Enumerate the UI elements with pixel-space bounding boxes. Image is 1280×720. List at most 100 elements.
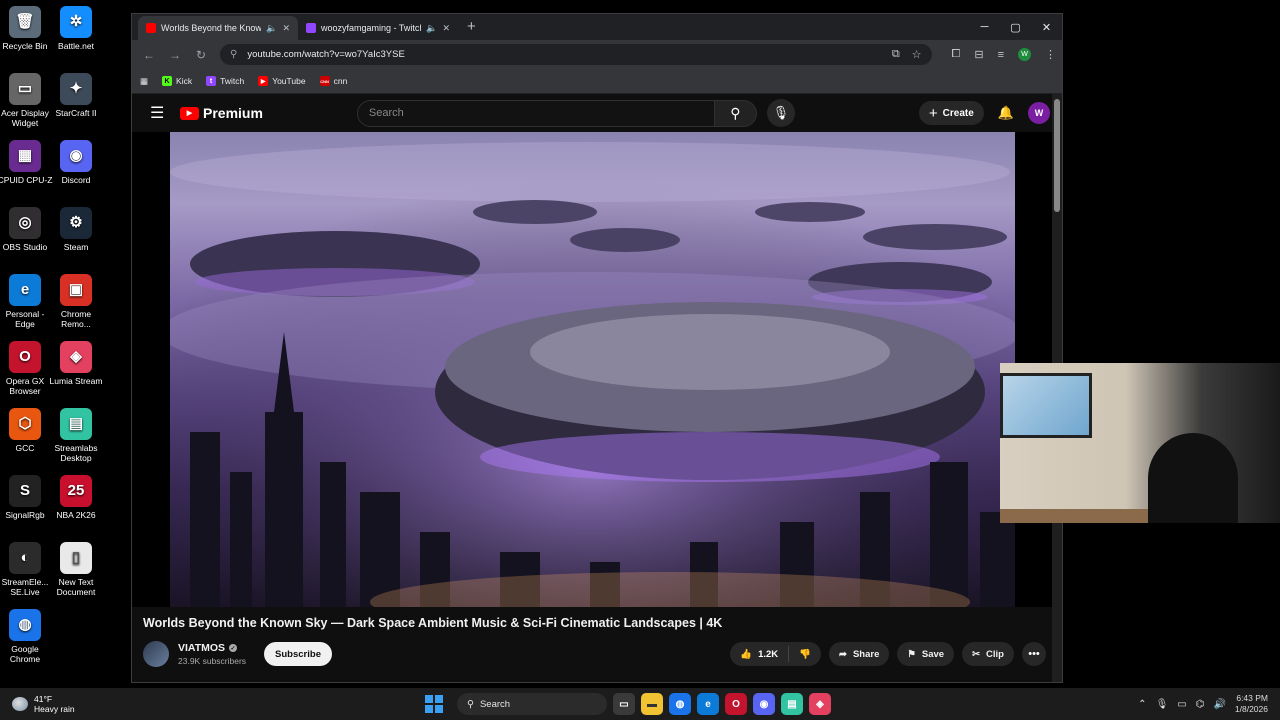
video-title: Worlds Beyond the Known Sky — Dark Space… [143, 616, 723, 630]
notifications-bell-icon[interactable]: 🔔 [998, 105, 1014, 121]
address-bar[interactable]: ⚲ youtube.com/watch?v=wo7YaIc3YSE ⧉ ☆ [220, 44, 932, 65]
media-controls-icon[interactable]: ≡ [998, 49, 1004, 61]
recycle-bin-icon: 🗑 [9, 6, 41, 38]
profile-avatar[interactable]: W [1018, 48, 1031, 61]
scrollbar-thumb[interactable] [1054, 99, 1060, 212]
new-tab-icon[interactable]: + [458, 16, 485, 40]
tab-twitch[interactable]: woozyfamgaming - Twitch 🔈 ✕ [298, 16, 458, 40]
clock-date: 1/8/2026 [1234, 704, 1268, 714]
chrome-icon[interactable]: ◍ [669, 693, 691, 715]
opera-gx-icon[interactable]: O [725, 693, 747, 715]
reload-icon[interactable]: ↻ [190, 48, 212, 62]
microphone-tray-icon[interactable]: 🎙 [1156, 699, 1169, 710]
windows-taskbar: 41°F Heavy rain ⚲ Search ▭ ▬ ◍ e O ◉ ▤ ◈… [0, 688, 1280, 720]
subscriber-count: 23.9K subscribers [178, 656, 247, 666]
webcam-tv [1000, 373, 1092, 438]
discord-icon: ◉ [60, 140, 92, 172]
channel-avatar[interactable] [143, 641, 169, 667]
desktop-icon-google-chrome[interactable]: ◍ Google Chrome [0, 609, 54, 664]
bookmark-star-icon[interactable]: ☆ [912, 48, 922, 61]
clip-button[interactable]: ✂ Clip [962, 642, 1014, 666]
channel-name-text[interactable]: VIATMOS [178, 642, 225, 654]
speaker-icon[interactable]: 🔈 [426, 23, 437, 34]
menu-icon[interactable]: ☰ [150, 103, 180, 123]
close-tab-icon[interactable]: ✕ [442, 23, 450, 34]
desktop-icon-nba-2k26[interactable]: 25 NBA 2K26 [46, 475, 106, 520]
desktop-icon-starcraft-ii[interactable]: ✦ StarCraft II [46, 73, 106, 118]
desktop-icon-label: New Text Document [56, 577, 96, 597]
windows-start-icon[interactable] [425, 695, 443, 713]
streamlabs-desktop-icon: ▤ [60, 408, 92, 440]
more-actions-button[interactable]: ••• [1022, 642, 1046, 666]
close-tab-icon[interactable]: ✕ [282, 23, 290, 34]
personal-edge-icon: e [9, 274, 41, 306]
share-button[interactable]: ➦ Share [828, 642, 890, 666]
kick-icon: K [162, 76, 173, 86]
desktop-icon-discord[interactable]: ◉ Discord [46, 140, 106, 185]
maximize-icon[interactable]: ▢ [1000, 14, 1031, 40]
close-window-icon[interactable]: ✕ [1031, 14, 1062, 40]
create-button[interactable]: + Create [918, 101, 984, 125]
url-text[interactable]: youtube.com/watch?v=wo7YaIc3YSE [247, 49, 881, 60]
video-scene-image [170, 132, 1015, 607]
account-avatar[interactable]: W [1028, 102, 1050, 124]
taskbar-search[interactable]: ⚲ Search [457, 693, 607, 715]
extensions-icon[interactable]: ⧠ [952, 48, 961, 61]
network-icon[interactable]: ⌬ [1196, 699, 1205, 710]
cpuid-cpu-z-icon: ▦ [9, 140, 41, 172]
bookmark-twitch[interactable]: t Twitch [206, 76, 244, 86]
desktop-icon-battle-net[interactable]: ✲ Battle.net [46, 6, 106, 51]
twitch-favicon-icon [306, 23, 316, 33]
new-text-document-icon: ▯ [60, 542, 92, 574]
lumia-stream-icon: ◈ [60, 341, 92, 373]
more-dots-icon: ••• [1028, 648, 1040, 660]
lumia-icon[interactable]: ◈ [809, 693, 831, 715]
file-explorer-icon[interactable]: ▬ [641, 693, 663, 715]
desktop-icon-lumia-stream[interactable]: ◈ Lumia Stream [46, 341, 106, 386]
edge-icon[interactable]: e [697, 693, 719, 715]
weather-widget[interactable]: 41°F Heavy rain [12, 694, 75, 714]
task-view-icon[interactable]: ▭ [613, 693, 635, 715]
taskbar-search-label: Search [479, 698, 511, 710]
bookmark-kick[interactable]: K Kick [162, 76, 192, 86]
youtube-play-icon: ▶ [180, 106, 199, 120]
desktop-icon-label: Battle.net [58, 41, 94, 51]
subscribe-button[interactable]: Subscribe [264, 642, 332, 666]
desktop-icon-streamlabs-desktop[interactable]: ▤ Streamlabs Desktop [46, 408, 106, 463]
desktop-icon-steam[interactable]: ⚙ Steam [46, 207, 106, 252]
tab-youtube[interactable]: Worlds Beyond the Known 🔈 ✕ [138, 16, 298, 40]
tray-chevron-icon[interactable]: ⌃ [1138, 699, 1146, 710]
save-button[interactable]: ⚑ Save [897, 642, 955, 666]
bookmark-cnn[interactable]: CNN cnn [319, 76, 347, 86]
desktop-icon-label: Google Chrome [9, 644, 41, 664]
channel-name[interactable]: VIATMOS ✓ [178, 642, 246, 654]
volume-icon[interactable]: 🔊 [1213, 699, 1225, 710]
streamlabs-icon[interactable]: ▤ [781, 693, 803, 715]
apps-grid-icon[interactable]: ▦ [140, 76, 148, 87]
dislike-button[interactable]: 👎 [789, 649, 821, 660]
display-icon[interactable]: ▭ [1177, 699, 1186, 710]
desktop-icon-chrome-remo[interactable]: ▣ Chrome Remo... [46, 274, 106, 329]
video-frame[interactable] [170, 132, 1015, 607]
bookmark-youtube[interactable]: ▶ YouTube [258, 76, 306, 86]
tab-search-icon[interactable]: ⊟ [974, 48, 983, 61]
voice-search-button[interactable]: 🎙 [766, 99, 795, 127]
search-bar: Search ⚲ 🎙 [356, 99, 795, 127]
search-input[interactable]: Search [356, 99, 715, 127]
search-button[interactable]: ⚲ [714, 99, 757, 127]
clock[interactable]: 6:43 PM 1/8/2026 [1235, 693, 1268, 715]
youtube-logo[interactable]: ▶ Premium [180, 105, 263, 121]
youtube-header: ☰ ▶ Premium Search ⚲ 🎙 + Create 🔔 W [132, 94, 1062, 132]
minimize-icon[interactable]: ─ [969, 14, 1000, 40]
cast-icon[interactable]: ⧉ [892, 48, 900, 61]
desktop-icon-new-text-document[interactable]: ▯ New Text Document [46, 542, 106, 597]
site-info-icon[interactable]: ⚲ [230, 49, 237, 60]
back-icon[interactable]: ← [138, 48, 160, 62]
speaker-icon[interactable]: 🔈 [266, 23, 277, 34]
video-player[interactable] [132, 132, 1052, 607]
forward-icon[interactable]: → [164, 48, 186, 62]
discord-icon[interactable]: ◉ [753, 693, 775, 715]
like-button[interactable]: 👍 1.2K [730, 646, 790, 662]
menu-dots-icon[interactable]: ⋮ [1045, 48, 1056, 61]
webcam-person [1148, 433, 1238, 523]
